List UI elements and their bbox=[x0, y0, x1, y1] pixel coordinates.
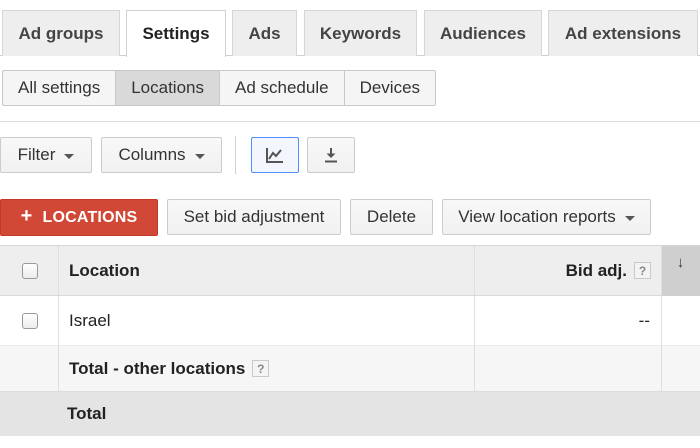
subtab-devices[interactable]: Devices bbox=[345, 71, 435, 105]
locations-table: Location Bid adj. ? ↓ Israel -- Total - … bbox=[0, 245, 700, 436]
tab-ad-extensions[interactable]: Ad extensions bbox=[548, 10, 698, 56]
column-divider bbox=[58, 246, 59, 392]
column-divider bbox=[661, 246, 662, 392]
help-icon[interactable]: ? bbox=[634, 262, 651, 279]
location-cell: Israel bbox=[69, 310, 111, 330]
chart-toggle-button[interactable] bbox=[251, 137, 299, 173]
view-location-reports-label: View location reports bbox=[458, 207, 616, 226]
add-locations-button[interactable]: + LOCATIONS bbox=[0, 199, 158, 236]
other-locations-cell: Total - other locations ? bbox=[69, 346, 270, 391]
tab-ads[interactable]: Ads bbox=[232, 10, 297, 56]
tab-ad-groups[interactable]: Ad groups bbox=[2, 10, 120, 56]
line-chart-icon bbox=[265, 146, 285, 164]
tab-keywords[interactable]: Keywords bbox=[304, 10, 417, 56]
settings-subtabs: All settings Locations Ad schedule Devic… bbox=[2, 70, 437, 106]
add-locations-label: LOCATIONS bbox=[42, 208, 138, 226]
other-locations-label: Total - other locations bbox=[69, 358, 246, 378]
columns-label: Columns bbox=[118, 145, 186, 164]
toolbar-separator bbox=[235, 136, 236, 174]
help-icon[interactable]: ? bbox=[252, 360, 270, 377]
filter-label: Filter bbox=[17, 145, 56, 164]
total-label: Total bbox=[67, 404, 107, 423]
select-all-cell bbox=[22, 246, 38, 295]
select-all-checkbox[interactable] bbox=[22, 262, 38, 279]
campaign-tabs: Ad groups Settings Ads Keywords Audience… bbox=[0, 0, 700, 57]
other-locations-total-row: Total - other locations ? bbox=[0, 346, 700, 392]
chevron-down-icon bbox=[64, 153, 75, 159]
set-bid-adjustment-button[interactable]: Set bid adjustment bbox=[167, 199, 341, 235]
column-divider bbox=[474, 246, 475, 392]
view-location-reports-button[interactable]: View location reports bbox=[442, 199, 651, 235]
columns-button[interactable]: Columns bbox=[101, 137, 222, 173]
row-checkbox[interactable] bbox=[22, 312, 38, 329]
row-select-cell bbox=[22, 296, 38, 345]
sort-column-header[interactable]: ↓ bbox=[661, 246, 700, 296]
download-icon bbox=[322, 146, 340, 164]
grand-total-row: Total bbox=[0, 392, 700, 436]
bid-adj-column-header[interactable]: Bid adj. ? bbox=[474, 246, 661, 295]
delete-button[interactable]: Delete bbox=[350, 199, 433, 235]
download-button[interactable] bbox=[307, 137, 355, 173]
table-header-row: Location Bid adj. ? ↓ bbox=[0, 246, 700, 296]
plus-icon: + bbox=[20, 205, 33, 227]
table-row: Israel -- bbox=[0, 296, 700, 346]
location-column-header[interactable]: Location bbox=[69, 246, 140, 295]
bid-adj-header-label: Bid adj. bbox=[565, 260, 627, 280]
chevron-down-icon bbox=[624, 215, 635, 221]
section-divider bbox=[0, 121, 700, 122]
subtab-all-settings[interactable]: All settings bbox=[3, 71, 117, 105]
filter-button[interactable]: Filter bbox=[0, 137, 92, 173]
subtab-ad-schedule[interactable]: Ad schedule bbox=[220, 71, 345, 105]
chevron-down-icon bbox=[194, 153, 205, 159]
tab-audiences[interactable]: Audiences bbox=[424, 10, 542, 56]
tab-settings[interactable]: Settings bbox=[126, 10, 226, 57]
subtab-locations[interactable]: Locations bbox=[116, 71, 220, 105]
sort-down-arrow-icon: ↓ bbox=[676, 254, 685, 271]
bid-adj-cell[interactable]: -- bbox=[474, 296, 661, 345]
